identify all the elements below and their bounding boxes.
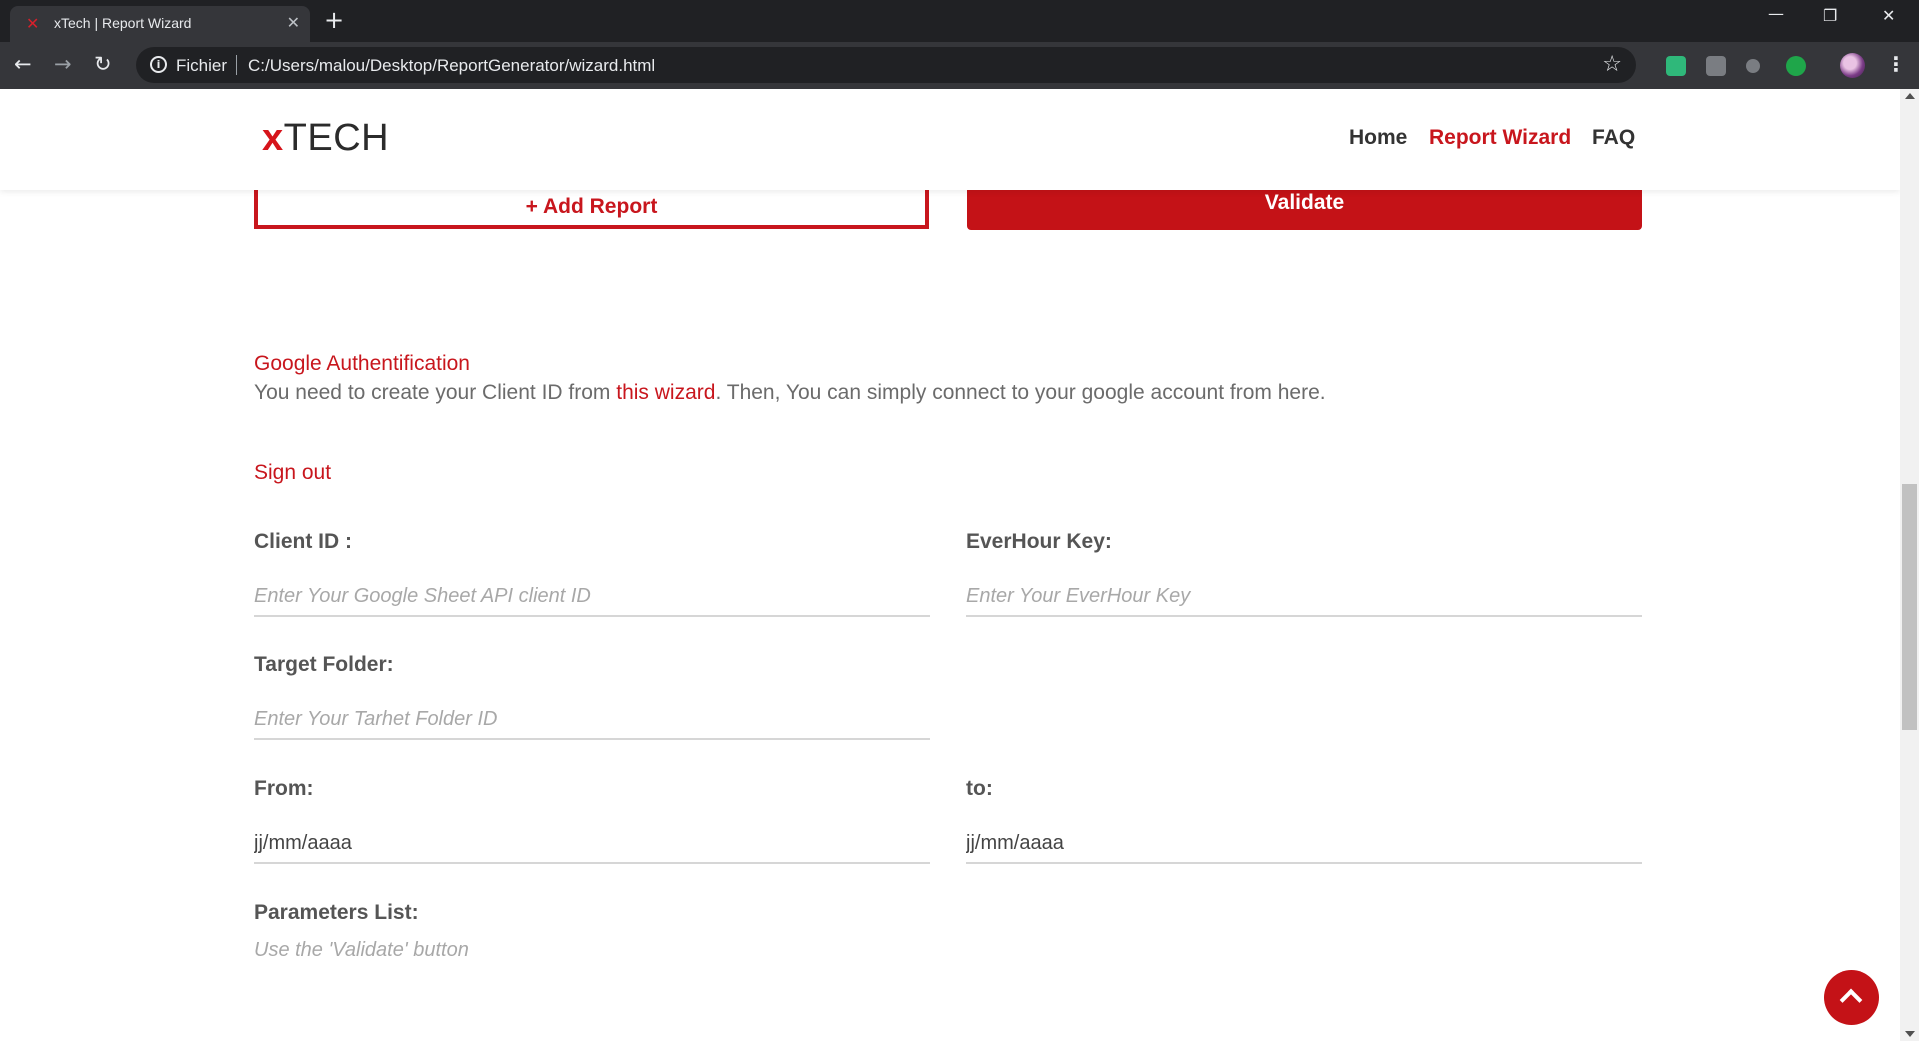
- from-date-input[interactable]: [254, 824, 930, 864]
- target-folder-label: Target Folder:: [254, 653, 394, 676]
- everhour-key-label: EverHour Key:: [966, 530, 1112, 553]
- browser-tab-bar: ✕ xTech | Report Wizard ✕ + — ❐ ✕: [0, 0, 1919, 42]
- from-date-label: From:: [254, 777, 314, 800]
- to-date-label: to:: [966, 777, 993, 800]
- url-separator: [236, 55, 237, 75]
- page-scrollbar[interactable]: [1900, 89, 1919, 1041]
- google-auth-title: Google Authentification: [254, 352, 470, 375]
- site-header: xTECH Home Report Wizard FAQ: [0, 89, 1900, 190]
- minimize-icon[interactable]: —: [1768, 4, 1784, 23]
- browser-toolbar: ← → ↻ i Fichier C:/Users/malou/Desktop/R…: [0, 42, 1919, 89]
- xtech-favicon-icon: ✕: [26, 14, 40, 33]
- nav-home[interactable]: Home: [1349, 126, 1407, 150]
- back-icon[interactable]: ←: [14, 52, 32, 76]
- new-tab-icon[interactable]: +: [324, 6, 344, 34]
- parameters-list-hint: Use the 'Validate' button: [254, 939, 469, 961]
- extension-save-icon[interactable]: [1666, 56, 1686, 76]
- xtech-logo[interactable]: xTECH: [262, 117, 389, 160]
- scroll-thumb[interactable]: [1902, 484, 1917, 730]
- to-date-input[interactable]: [966, 824, 1642, 864]
- tab-title: xTech | Report Wizard: [54, 15, 192, 31]
- url-scheme-label: Fichier: [176, 56, 228, 75]
- restore-icon[interactable]: ❐: [1823, 6, 1837, 25]
- url-text[interactable]: C:/Users/malou/Desktop/ReportGenerator/w…: [248, 56, 655, 76]
- google-auth-description: You need to create your Client ID from t…: [254, 381, 1326, 404]
- profile-avatar[interactable]: [1840, 53, 1865, 78]
- info-icon[interactable]: i: [150, 56, 167, 73]
- close-tab-icon[interactable]: ✕: [287, 13, 300, 32]
- bookmark-star-icon[interactable]: ☆: [1602, 52, 1622, 77]
- forward-icon[interactable]: →: [54, 52, 72, 76]
- everhour-key-input[interactable]: [966, 577, 1642, 617]
- extension-bulb-icon[interactable]: [1746, 59, 1760, 73]
- scroll-down-arrow-icon[interactable]: [1905, 1031, 1915, 1037]
- extension-play-icon[interactable]: [1786, 56, 1806, 76]
- client-id-label: Client ID :: [254, 530, 352, 553]
- browser-menu-icon[interactable]: ⋮: [1886, 52, 1906, 76]
- reload-icon[interactable]: ↻: [94, 52, 112, 76]
- browser-tab[interactable]: ✕ xTech | Report Wizard ✕: [10, 6, 310, 42]
- close-window-icon[interactable]: ✕: [1882, 6, 1895, 25]
- target-folder-input[interactable]: [254, 700, 930, 740]
- scroll-to-top-button[interactable]: [1824, 970, 1879, 1025]
- parameters-list-label: Parameters List:: [254, 901, 419, 924]
- nav-faq[interactable]: FAQ: [1592, 126, 1635, 150]
- sign-out-link[interactable]: Sign out: [254, 461, 331, 485]
- nav-report-wizard[interactable]: Report Wizard: [1429, 126, 1571, 150]
- page-viewport: xTECH Home Report Wizard FAQ + Add Repor…: [0, 89, 1900, 1041]
- scroll-up-arrow-icon[interactable]: [1905, 93, 1915, 99]
- wizard-link[interactable]: this wizard: [616, 381, 715, 404]
- client-id-input[interactable]: [254, 577, 930, 617]
- extension-gray-icon[interactable]: [1706, 56, 1726, 76]
- address-bar[interactable]: i Fichier C:/Users/malou/Desktop/ReportG…: [136, 47, 1636, 83]
- chevron-up-icon: [1839, 988, 1863, 1012]
